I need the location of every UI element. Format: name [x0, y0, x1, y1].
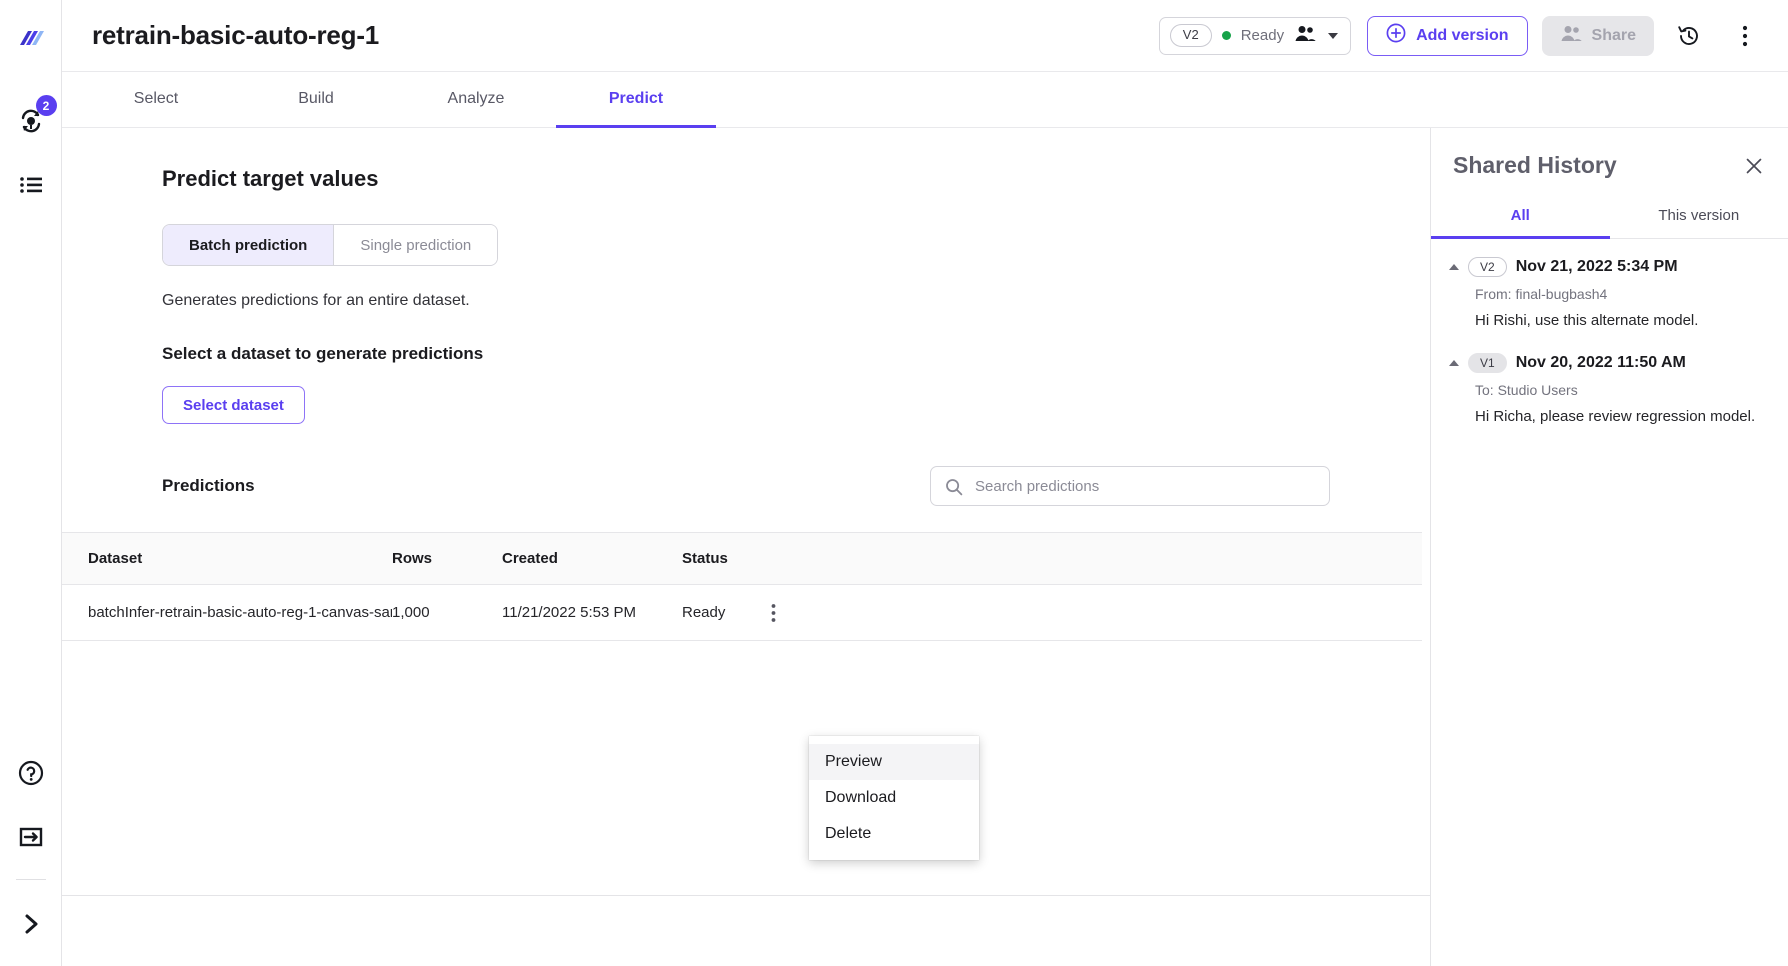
mode-batch-prediction[interactable]: Batch prediction: [163, 225, 335, 265]
sidebar-item-list[interactable]: [11, 165, 51, 205]
predict-content: Predict target values Batch prediction S…: [62, 128, 1430, 966]
panel-title: Shared History: [1453, 152, 1617, 178]
tab-analyze[interactable]: Analyze: [396, 72, 556, 128]
context-menu-item-preview[interactable]: Preview: [809, 744, 979, 780]
cell-dataset: batchInfer-retrain-basic-auto-reg-1-canv…: [88, 604, 392, 621]
predictions-heading: Predictions: [162, 476, 255, 495]
prediction-mode-toggle: Batch prediction Single prediction: [162, 224, 499, 266]
column-header-dataset: Dataset: [88, 550, 143, 567]
list-item: V1 Nov 20, 2022 11:50 AM To: Studio User…: [1449, 353, 1766, 425]
body-split: Predict target values Batch prediction S…: [62, 128, 1788, 966]
main-column: retrain-basic-auto-reg-1 V2 Ready Add ve…: [62, 0, 1788, 966]
chevron-right-icon[interactable]: [11, 904, 51, 944]
tab-build[interactable]: Build: [236, 72, 396, 128]
history-message: Hi Rishi, use this alternate model.: [1475, 312, 1699, 329]
tab-select[interactable]: Select: [76, 72, 236, 128]
predictions-header-row: Predictions: [162, 466, 1330, 506]
search-icon: [945, 478, 963, 501]
cell-status: Ready: [682, 604, 726, 621]
sidebar-item-models[interactable]: 2: [11, 95, 57, 141]
table-empty-area: [62, 641, 1422, 966]
chevron-down-icon: [1328, 32, 1339, 39]
row-context-menu: Preview Download Delete: [809, 736, 979, 860]
mode-single-prediction[interactable]: Single prediction: [334, 225, 498, 265]
history-meta: To: Studio Users: [1475, 382, 1578, 398]
cell-actions: [760, 600, 820, 626]
page-title: retrain-basic-auto-reg-1: [92, 20, 380, 50]
list-item: V2 Nov 21, 2022 5:34 PM From: final-bugb…: [1449, 257, 1766, 329]
history-entry-header: V2 Nov 21, 2022 5:34 PM: [1449, 257, 1766, 277]
cell-created: 11/21/2022 5:53 PM: [502, 604, 636, 621]
add-version-button[interactable]: Add version: [1367, 15, 1528, 56]
history-clock-icon[interactable]: [1668, 15, 1710, 57]
history-message: Hi Richa, please review regression model…: [1475, 408, 1756, 425]
search-predictions-box[interactable]: [930, 466, 1330, 506]
collapse-triangle-icon[interactable]: [1449, 360, 1459, 366]
people-icon: [1294, 25, 1316, 47]
plus-circle-icon: [1386, 23, 1406, 48]
help-circle-icon[interactable]: [11, 753, 51, 793]
history-date: Nov 20, 2022 11:50 AM: [1515, 354, 1686, 371]
history-version-badge: V1: [1468, 353, 1507, 373]
collapse-triangle-icon[interactable]: [1449, 264, 1459, 270]
panel-tab-this-version[interactable]: This version: [1610, 197, 1788, 239]
status-dot-icon: [1221, 31, 1231, 40]
table-row[interactable]: batchInfer-retrain-basic-auto-reg-1-canv…: [62, 585, 1422, 641]
select-dataset-heading: Select a dataset to generate predictions: [162, 344, 484, 363]
add-version-label: Add version: [1416, 26, 1509, 44]
version-pill: V2: [1169, 24, 1212, 47]
history-entry-header: V1 Nov 20, 2022 11:50 AM: [1449, 353, 1766, 373]
panel-tab-all[interactable]: All: [1431, 197, 1610, 239]
close-icon[interactable]: [1742, 154, 1766, 178]
share-label: Share: [1591, 26, 1636, 44]
history-meta: From: final-bugbash4: [1475, 286, 1608, 302]
tab-predict[interactable]: Predict: [556, 72, 716, 128]
kebab-menu-icon[interactable]: [1724, 15, 1766, 57]
mode-description: Generates predictions for an entire data…: [162, 292, 470, 309]
context-menu-item-download[interactable]: Download: [809, 780, 979, 816]
context-menu-item-delete[interactable]: Delete: [809, 816, 979, 852]
row-kebab-menu-icon[interactable]: [760, 600, 786, 626]
select-dataset-button[interactable]: Select dataset: [162, 386, 305, 424]
panel-header: Shared History: [1431, 128, 1788, 179]
column-header-status: Status: [682, 550, 728, 567]
people-icon: [1560, 25, 1582, 47]
panel-tabs: All This version: [1431, 197, 1788, 239]
history-list: V2 Nov 21, 2022 5:34 PM From: final-bugb…: [1431, 239, 1788, 449]
top-bar: retrain-basic-auto-reg-1 V2 Ready Add ve…: [62, 0, 1788, 72]
logout-icon[interactable]: [11, 817, 51, 857]
app-root: 2 retrain-basic-auto-reg-1 V2 Ready Add …: [0, 0, 1788, 966]
cell-rows: 1,000: [392, 604, 430, 621]
predictions-table: Dataset Rows Created Status batchInfer-r…: [62, 532, 1422, 966]
column-header-created: Created: [502, 550, 558, 567]
rail-divider: [15, 879, 46, 880]
share-button: Share: [1541, 15, 1654, 56]
column-header-rows: Rows: [392, 550, 433, 567]
history-version-badge: V2: [1468, 257, 1507, 277]
search-predictions-input[interactable]: [931, 467, 1329, 505]
left-rail: 2: [0, 0, 62, 966]
status-text: Ready: [1240, 27, 1285, 44]
canvas-logo-icon[interactable]: [12, 23, 50, 61]
rail-bottom-group: [11, 729, 51, 966]
section-heading: Predict target values: [162, 166, 379, 191]
workflow-tabs: Select Build Analyze Predict: [62, 72, 1788, 128]
models-badge-count: 2: [35, 95, 57, 116]
content-bottom-divider: [62, 895, 1430, 896]
shared-history-panel: Shared History All This version V2 Nov 2…: [1430, 128, 1788, 966]
version-status-group[interactable]: V2 Ready: [1158, 16, 1352, 55]
history-date: Nov 21, 2022 5:34 PM: [1515, 258, 1678, 275]
table-header-row: Dataset Rows Created Status: [62, 533, 1422, 585]
